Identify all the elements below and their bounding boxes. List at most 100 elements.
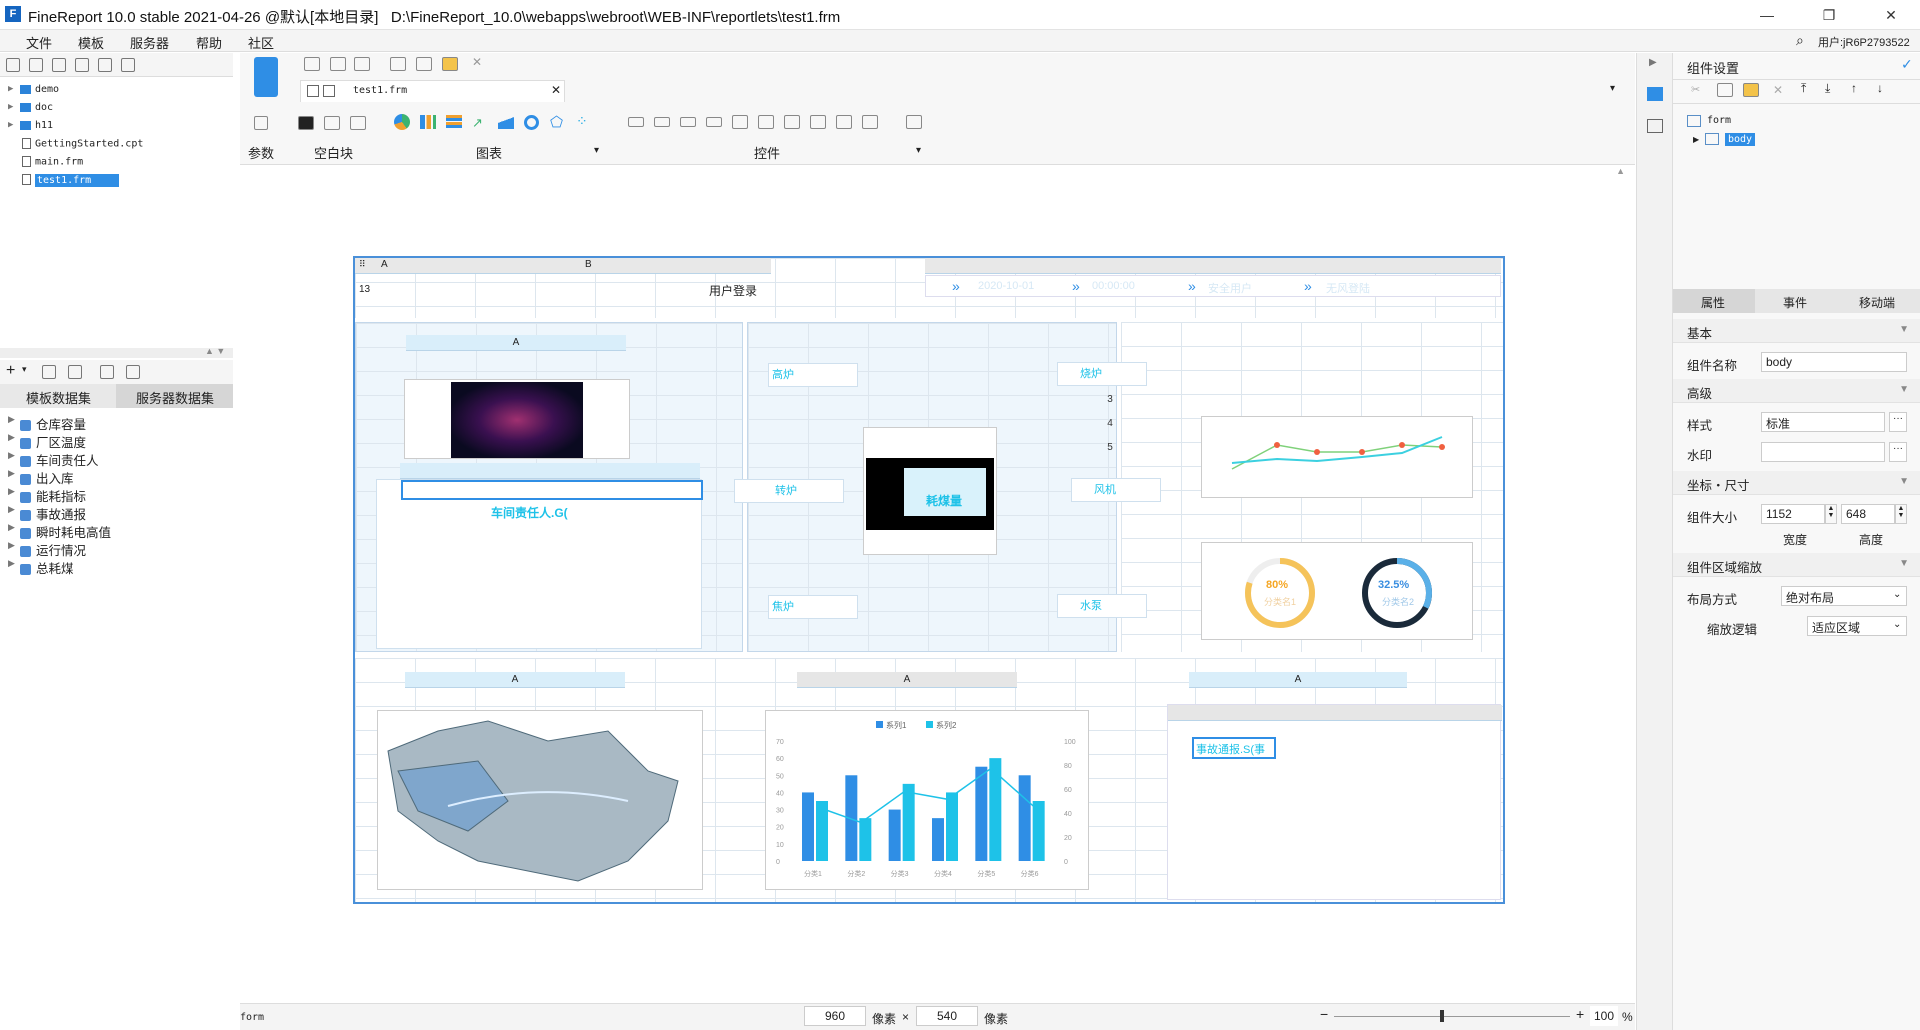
caret-icon[interactable]: ▶ (8, 558, 15, 569)
section-advanced[interactable]: 高级 ▼ (1673, 379, 1920, 403)
menu-server[interactable]: 服务器 (130, 33, 169, 52)
tree-item-demo[interactable]: ▶ demo (8, 84, 59, 95)
copy-icon[interactable] (121, 58, 135, 72)
duty-table[interactable]: 车间责任人.G( (376, 479, 703, 649)
height-field[interactable]: 648 (1841, 504, 1895, 524)
menu-template[interactable]: 模板 (78, 33, 104, 52)
drag-handle-icon[interactable]: ⠿ (359, 259, 366, 270)
date-widget-icon[interactable] (732, 115, 748, 129)
donut-widget[interactable]: 80% 分类名1 32.5% 分类名2 (1201, 542, 1473, 640)
dataset-item[interactable]: ▶ 车间责任人 (8, 450, 99, 469)
menu-community[interactable]: 社区 (248, 33, 274, 52)
tree-item-h11[interactable]: ▶ h11 (8, 120, 53, 131)
section-scale[interactable]: 组件区域缩放 ▼ (1673, 553, 1920, 577)
caret-icon[interactable]: ▶ (8, 522, 15, 533)
scroll-up-icon[interactable]: ▲ (1616, 166, 1625, 176)
bar-chart-icon[interactable] (420, 115, 436, 129)
textbox-widget-icon[interactable] (654, 117, 670, 127)
edit-icon[interactable] (42, 365, 56, 379)
chevron-down-icon[interactable]: ⌄ (1893, 589, 1901, 600)
table-layout-icon[interactable] (350, 116, 366, 130)
save-icon[interactable] (304, 57, 320, 71)
move-up-icon[interactable]: ↑ (1851, 81, 1857, 95)
preview-widget-icon[interactable] (906, 115, 922, 129)
tree-item-test1[interactable]: test1.frm (8, 173, 120, 187)
preview-icon[interactable] (100, 365, 114, 379)
chevron-down-icon[interactable]: ⌄ (1893, 619, 1901, 630)
dropdown-icon[interactable]: ▾ (22, 364, 27, 375)
name-input[interactable]: body (1761, 352, 1907, 372)
tree-widget-icon[interactable] (862, 115, 878, 129)
width-field[interactable]: 1152 (1761, 504, 1825, 524)
height-input[interactable]: 540 (916, 1006, 978, 1026)
dataset-item[interactable]: ▶ 仓库容量 (8, 414, 86, 433)
settings-icon[interactable] (75, 58, 89, 72)
redo-icon[interactable] (354, 57, 370, 71)
watermark-more-button[interactable]: ··· (1889, 442, 1907, 462)
caret-icon[interactable]: ▶ (8, 450, 15, 461)
new-folder-icon[interactable] (6, 58, 20, 72)
cut-icon[interactable] (390, 57, 406, 71)
caret-icon[interactable]: ▶ (8, 540, 15, 551)
tree-root[interactable]: form (1707, 115, 1731, 126)
accident-selected-cell[interactable]: 事故通报.S(事 (1192, 737, 1276, 759)
label-converter[interactable]: 转炉 (734, 479, 844, 503)
height-spinner[interactable]: ▲ ▼ (1895, 504, 1907, 524)
zoom-slider[interactable] (1334, 1016, 1570, 1017)
label-furnace[interactable]: 烧炉 (1057, 362, 1147, 386)
zoom-input[interactable]: 100 (1590, 1006, 1618, 1026)
dataset-item[interactable]: ▶ 出入库 (8, 468, 74, 487)
widget-library-icon[interactable] (1647, 119, 1663, 133)
tab-events[interactable]: 事件 (1783, 294, 1807, 311)
area-chart-icon[interactable] (498, 115, 514, 129)
menu-file[interactable]: 文件 (26, 33, 52, 52)
tree-item-doc[interactable]: ▶ doc (8, 102, 53, 113)
image-widget[interactable] (404, 379, 630, 459)
delete-widget-icon[interactable]: ✕ (1773, 83, 1783, 97)
tab-attributes[interactable]: 属性 (1701, 294, 1725, 311)
combo-widget-icon[interactable] (706, 117, 722, 127)
gauge-chart-icon[interactable] (524, 115, 539, 130)
section-coord[interactable]: 坐标・尺寸 ▼ (1673, 471, 1920, 495)
caret-icon[interactable]: ▶ (8, 486, 15, 497)
label-widget-icon[interactable] (628, 117, 644, 127)
zoom-in-icon[interactable]: + (1576, 1006, 1584, 1022)
pin-icon[interactable]: ✓ (1901, 56, 1913, 73)
panel-left[interactable]: A 车间责任人.G( (355, 322, 743, 652)
clear-icon[interactable]: ✕ (472, 55, 482, 69)
minimize-button[interactable]: — (1744, 3, 1790, 27)
label-coke-oven[interactable]: 焦炉 (768, 595, 858, 619)
move-bottom-icon[interactable]: ⤓ (1825, 81, 1830, 96)
style-input[interactable]: 标准 (1761, 412, 1885, 432)
table-widget-icon[interactable] (758, 115, 774, 129)
widget-settings-icon[interactable] (1647, 87, 1663, 101)
close-button[interactable]: ✕ (1868, 3, 1914, 27)
line-chart-widget[interactable] (1201, 416, 1473, 498)
paste-widget-icon[interactable] (1743, 83, 1759, 97)
form-body[interactable]: ⠿ A B 13 用户登录 » 2020-10-01 » 00:00:00 » … (353, 256, 1505, 904)
dataset-item[interactable]: ▶ 总耗煤 (8, 558, 74, 577)
dataset-item[interactable]: ▶ 事故通报 (8, 504, 86, 523)
sql-icon[interactable] (126, 365, 140, 379)
tab-server-dataset[interactable]: 服务器数据集 (136, 388, 214, 407)
tree-caret-icon[interactable]: ▶ (1693, 135, 1699, 144)
maximize-button[interactable]: ❐ (1806, 3, 1852, 27)
tab-server-dataset-bg[interactable]: 服务器数据集 (116, 384, 233, 408)
width-input[interactable]: 960 (804, 1006, 866, 1026)
search-icon[interactable]: ⌕ (1796, 32, 1804, 49)
widget-expand-icon[interactable]: ▾ (916, 145, 921, 156)
panel-right[interactable]: 烧炉 风机 水泵 80% 分类名1 32.5% 分类名2 3 4 5 (1057, 322, 1503, 652)
cut-widget-icon[interactable]: ✂ (1691, 83, 1700, 96)
pie-chart-icon[interactable] (394, 114, 410, 130)
form-designer-icon[interactable] (254, 57, 278, 97)
dataset-item[interactable]: ▶ 运行情况 (8, 540, 86, 559)
undo-icon[interactable] (330, 57, 346, 71)
button-widget-icon[interactable] (680, 117, 696, 127)
accident-table[interactable]: 事故通报.S(事 (1167, 704, 1502, 900)
open-icon[interactable] (52, 58, 66, 72)
left-splitter[interactable]: ▲ ▼ (0, 346, 233, 358)
caret-icon[interactable]: ▶ (8, 504, 15, 515)
blank-block-icon[interactable] (298, 116, 314, 130)
menu-help[interactable]: 帮助 (196, 33, 222, 52)
center-widget[interactable]: 耗煤量 (863, 427, 997, 555)
